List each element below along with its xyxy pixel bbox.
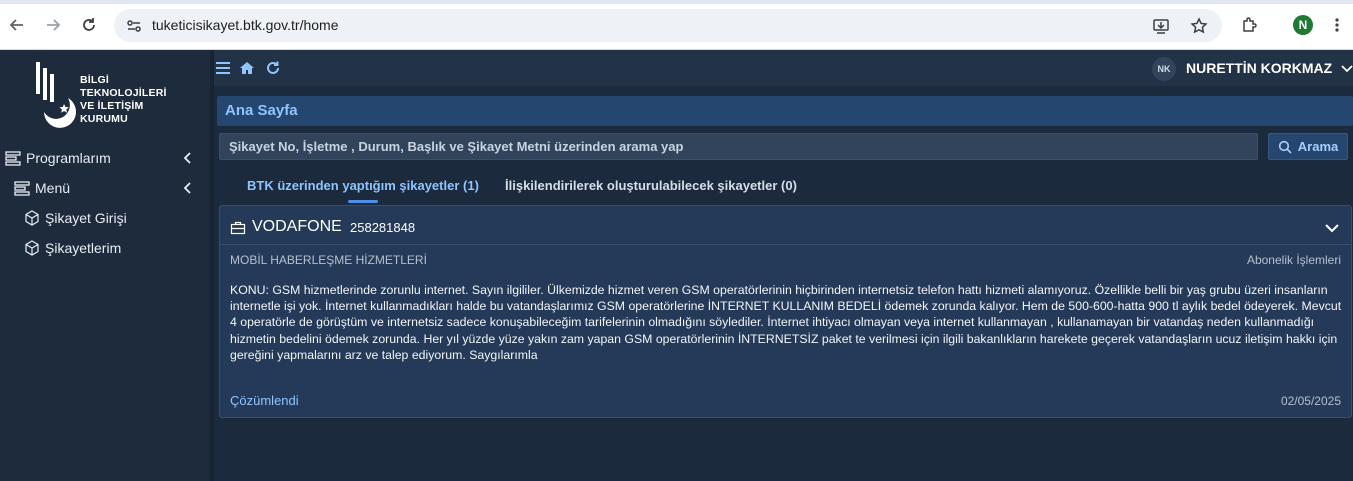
forward-arrow-icon[interactable]: [42, 14, 64, 36]
user-name[interactable]: NURETTİN KORKMAZ: [1186, 60, 1332, 76]
complaint-subcategory: Abonelik İşlemleri: [1246, 253, 1341, 267]
install-app-icon[interactable]: [1152, 17, 1170, 35]
stack-icon: [13, 179, 31, 197]
sidebar-item-menu[interactable]: Menü: [0, 174, 210, 202]
back-arrow-icon[interactable]: [6, 14, 28, 36]
cube-icon: [23, 239, 41, 257]
profile-avatar[interactable]: N: [1293, 15, 1313, 35]
page-title: Ana Sayfa: [225, 102, 298, 119]
chevron-left-icon[interactable]: [180, 180, 196, 196]
sidebar-item-sikayetlerim[interactable]: Şikayetlerim: [0, 234, 210, 262]
sidebar-item-label: Menü: [35, 180, 71, 196]
reload-icon[interactable]: [78, 14, 100, 36]
chevron-left-icon[interactable]: [180, 150, 196, 166]
ticket-number: 258281848: [350, 220, 416, 235]
hamburger-menu-icon[interactable]: [214, 59, 232, 77]
top-bar: NK NURETTİN KORKMAZ: [214, 50, 1353, 86]
cube-icon: [23, 209, 41, 227]
complaint-category: MOBİL HABERLEŞME HİZMETLERİ: [230, 253, 427, 267]
tab-btk-complaints[interactable]: BTK üzerinden yaptığım şikayetler (1): [247, 178, 479, 193]
sidebar-item-label: Programlarım: [26, 150, 111, 166]
search-button[interactable]: Arama: [1268, 133, 1348, 160]
chevron-down-icon[interactable]: [1339, 60, 1353, 76]
more-vert-icon[interactable]: [1326, 14, 1348, 36]
bookmark-star-icon[interactable]: [1190, 17, 1208, 35]
stack-icon: [4, 149, 22, 167]
sidebar-item-label: Şikayet Girişi: [45, 210, 127, 226]
extensions-icon[interactable]: [1238, 14, 1260, 36]
complaint-text: KONU: GSM hizmetlerinde zorunlu internet…: [230, 283, 1342, 362]
home-icon[interactable]: [238, 59, 256, 77]
complaint-date: 02/05/2025: [1280, 394, 1341, 408]
page-title-bar: Ana Sayfa: [217, 96, 1353, 126]
briefcase-icon: [230, 221, 246, 235]
complaint-card[interactable]: VODAFONE 258281848 MOBİL HABERLEŞME HİZM…: [219, 205, 1352, 418]
card-divider: [220, 244, 1351, 245]
active-tab-indicator: [348, 200, 378, 203]
btk-logo[interactable]: BİLGİ TEKNOLOJİLERİ VE İLETİŞİM KURUMU: [34, 60, 174, 135]
sidebar-item-programlarim[interactable]: Programlarım: [0, 144, 210, 172]
company-name: VODAFONE: [252, 218, 342, 235]
search-button-label: Arama: [1297, 139, 1339, 154]
sidebar-item-sikayet-girisi[interactable]: Şikayet Girişi: [0, 204, 210, 232]
btk-emblem-icon: [36, 62, 76, 128]
sidebar-item-label: Şikayetlerim: [45, 240, 122, 256]
user-avatar[interactable]: NK: [1152, 57, 1176, 81]
url-text[interactable]: tuketicisikayet.btk.gov.tr/home: [152, 17, 338, 33]
tab-strip: [0, 0, 1353, 4]
main-content: NK NURETTİN KORKMAZ Ana Sayfa Arama BTK …: [210, 50, 1353, 481]
site-settings-icon[interactable]: [125, 17, 143, 35]
address-bar[interactable]: tuketicisikayet.btk.gov.tr/home: [114, 9, 1222, 42]
status-badge: Çözümlendi: [230, 393, 299, 408]
tab-linkable-complaints[interactable]: İlişkilendirilerek oluşturulabilecek şik…: [505, 178, 797, 193]
logo-text: BİLGİ TEKNOLOJİLERİ VE İLETİŞİM KURUMU: [80, 74, 167, 125]
sidebar: BİLGİ TEKNOLOJİLERİ VE İLETİŞİM KURUMU P…: [0, 50, 210, 481]
refresh-icon[interactable]: [264, 59, 282, 77]
search-input[interactable]: [219, 133, 1258, 160]
search-icon: [1278, 140, 1292, 154]
chevron-down-icon[interactable]: [1323, 219, 1341, 237]
browser-toolbar: tuketicisikayet.btk.gov.tr/home N: [0, 0, 1353, 50]
